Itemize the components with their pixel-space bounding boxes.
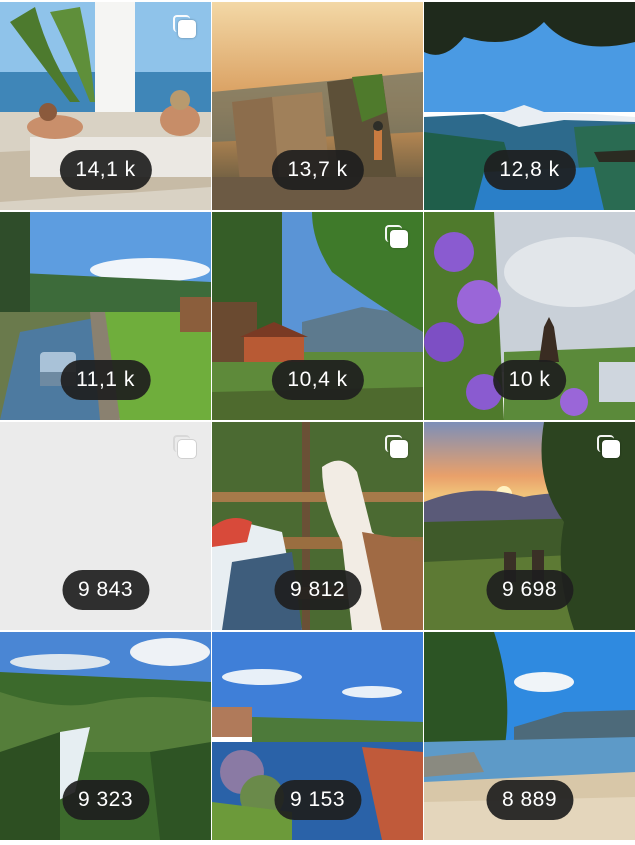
post-tile[interactable]: 9 698 (424, 422, 635, 630)
view-count: 9 323 (61, 780, 150, 820)
post-tile[interactable]: 9 323 (0, 632, 211, 840)
post-tile[interactable]: 13,7 k (212, 2, 423, 210)
post-grid: 14,1 k 13,7 k 12,8 k 11,1 k 10,4 k 10 k … (0, 0, 635, 845)
view-count: 9 843 (61, 570, 150, 610)
post-tile[interactable]: 9 843 (0, 422, 211, 630)
view-count: 12,8 k (483, 150, 576, 190)
view-count: 9 698 (485, 570, 574, 610)
multiple-photos-icon (173, 15, 197, 39)
view-count: 9 812 (273, 570, 362, 610)
post-tile[interactable]: 9 812 (212, 422, 423, 630)
view-count: 10 k (492, 360, 567, 400)
view-count: 13,7 k (271, 150, 364, 190)
post-tile[interactable]: 14,1 k (0, 2, 211, 210)
post-tile[interactable]: 8 889 (424, 632, 635, 840)
view-count: 9 153 (273, 780, 362, 820)
multiple-photos-icon (385, 225, 409, 249)
multiple-photos-icon (173, 435, 197, 459)
post-tile[interactable]: 9 153 (212, 632, 423, 840)
post-tile[interactable]: 12,8 k (424, 2, 635, 210)
multiple-photos-icon (385, 435, 409, 459)
post-tile[interactable]: 10,4 k (212, 212, 423, 420)
post-tile[interactable]: 11,1 k (0, 212, 211, 420)
view-count: 10,4 k (271, 360, 364, 400)
view-count: 8 889 (485, 780, 574, 820)
post-tile[interactable]: 10 k (424, 212, 635, 420)
view-count: 11,1 k (60, 360, 151, 400)
view-count: 14,1 k (59, 150, 152, 190)
multiple-photos-icon (597, 435, 621, 459)
